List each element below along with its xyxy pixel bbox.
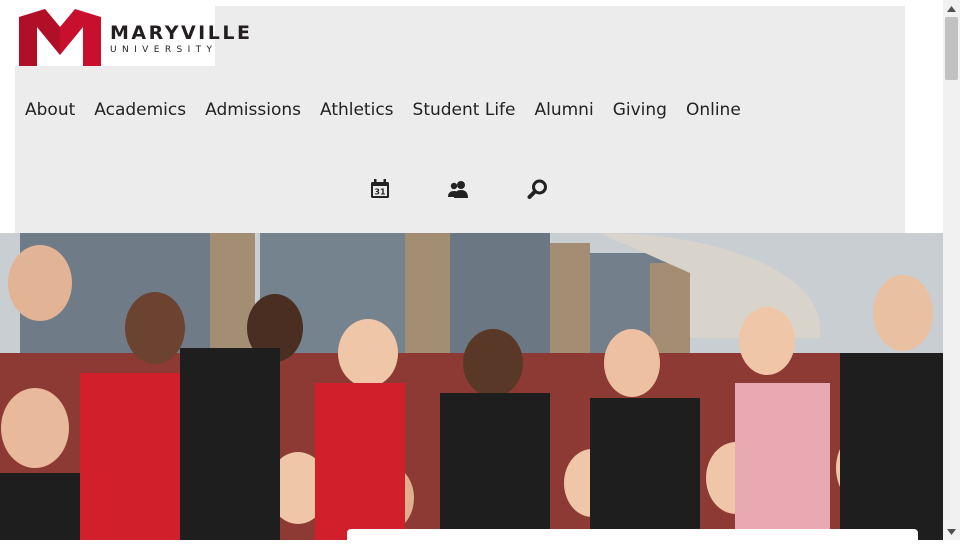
logo-subtitle: UNIVERSITY	[110, 45, 218, 55]
hero-card	[347, 529, 918, 549]
maryville-logo[interactable]: MARYVILLE UNIVERSITY	[15, 6, 250, 66]
people-button[interactable]	[446, 177, 470, 201]
user-group-icon	[448, 181, 468, 198]
page-scrollbar[interactable]	[943, 0, 960, 540]
nav-item-admissions[interactable]: Admissions	[205, 100, 301, 120]
scroll-down-arrow-icon[interactable]	[943, 523, 960, 540]
calendar-day: 31	[374, 188, 386, 197]
site-header: MARYVILLE UNIVERSITY About Academics Adm…	[15, 6, 905, 233]
nav-item-student-life[interactable]: Student Life	[413, 100, 516, 120]
maryville-m-logo-icon	[19, 9, 101, 66]
nav-item-alumni[interactable]: Alumni	[535, 100, 594, 120]
hero-image	[0, 233, 943, 540]
search-icon	[527, 179, 547, 199]
nav-item-giving[interactable]: Giving	[613, 100, 667, 120]
nav-item-about[interactable]: About	[25, 100, 75, 120]
main-nav: About Academics Admissions Athletics Stu…	[25, 100, 760, 120]
nav-item-online[interactable]: Online	[686, 100, 741, 120]
calendar-icon: 31	[371, 179, 389, 198]
nav-item-academics[interactable]: Academics	[94, 100, 186, 120]
calendar-button[interactable]: 31	[368, 177, 392, 201]
scroll-up-arrow-icon[interactable]	[943, 0, 960, 17]
nav-item-athletics[interactable]: Athletics	[320, 100, 394, 120]
search-button[interactable]	[526, 177, 550, 201]
scrollbar-thumb[interactable]	[945, 17, 958, 80]
hero-photo-illustration	[0, 233, 943, 540]
logo-name: MARYVILLE	[110, 22, 253, 44]
